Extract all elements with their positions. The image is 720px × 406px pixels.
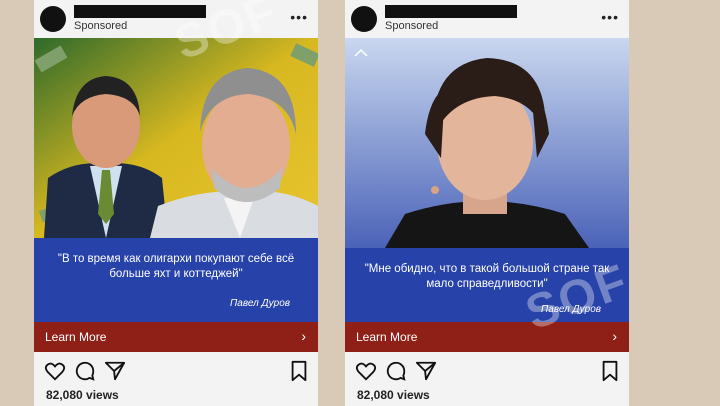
sponsored-label: Sponsored: [385, 20, 439, 32]
views-count: 82,080 views: [46, 388, 119, 402]
more-options-icon[interactable]: •••: [601, 10, 619, 24]
learn-more-label: Learn More: [45, 330, 107, 344]
heart-icon[interactable]: [355, 360, 377, 382]
comment-icon[interactable]: [74, 360, 96, 382]
share-icon[interactable]: [104, 360, 126, 382]
sponsored-post-right: Sponsored ••• "Мне обидно, что в такой б…: [345, 0, 629, 406]
redacted-account-name: [385, 5, 517, 18]
share-icon[interactable]: [415, 360, 437, 382]
post-image: [345, 38, 629, 248]
post-photo: [34, 38, 318, 238]
more-options-icon[interactable]: •••: [290, 10, 308, 24]
chevron-right-icon: ›: [612, 328, 617, 344]
quote-text: "В то время как олигархи покупают себе в…: [57, 253, 295, 280]
learn-more-button[interactable]: Learn More ›: [34, 322, 318, 352]
comment-icon[interactable]: [385, 360, 407, 382]
views-count: 82,080 views: [357, 388, 430, 402]
chevron-right-icon: ›: [301, 328, 306, 344]
post-actions: [34, 358, 318, 384]
heart-icon[interactable]: [44, 360, 66, 382]
bookmark-icon[interactable]: [288, 360, 310, 382]
post-photo: [345, 38, 629, 248]
post-image: [34, 38, 318, 238]
post-actions: [345, 358, 629, 384]
sponsored-post-left: Sponsored ••• "В то время как олигархи п…: [34, 0, 318, 406]
learn-more-button[interactable]: Learn More ›: [345, 322, 629, 352]
post-header: Sponsored •••: [345, 0, 629, 38]
avatar[interactable]: [40, 6, 66, 32]
sponsored-label: Sponsored: [74, 20, 128, 32]
learn-more-label: Learn More: [356, 330, 418, 344]
avatar[interactable]: [351, 6, 377, 32]
bookmark-icon[interactable]: [599, 360, 621, 382]
quote-author: Павел Дуров: [230, 298, 290, 309]
quote-panel: "В то время как олигархи покупают себе в…: [34, 238, 318, 322]
